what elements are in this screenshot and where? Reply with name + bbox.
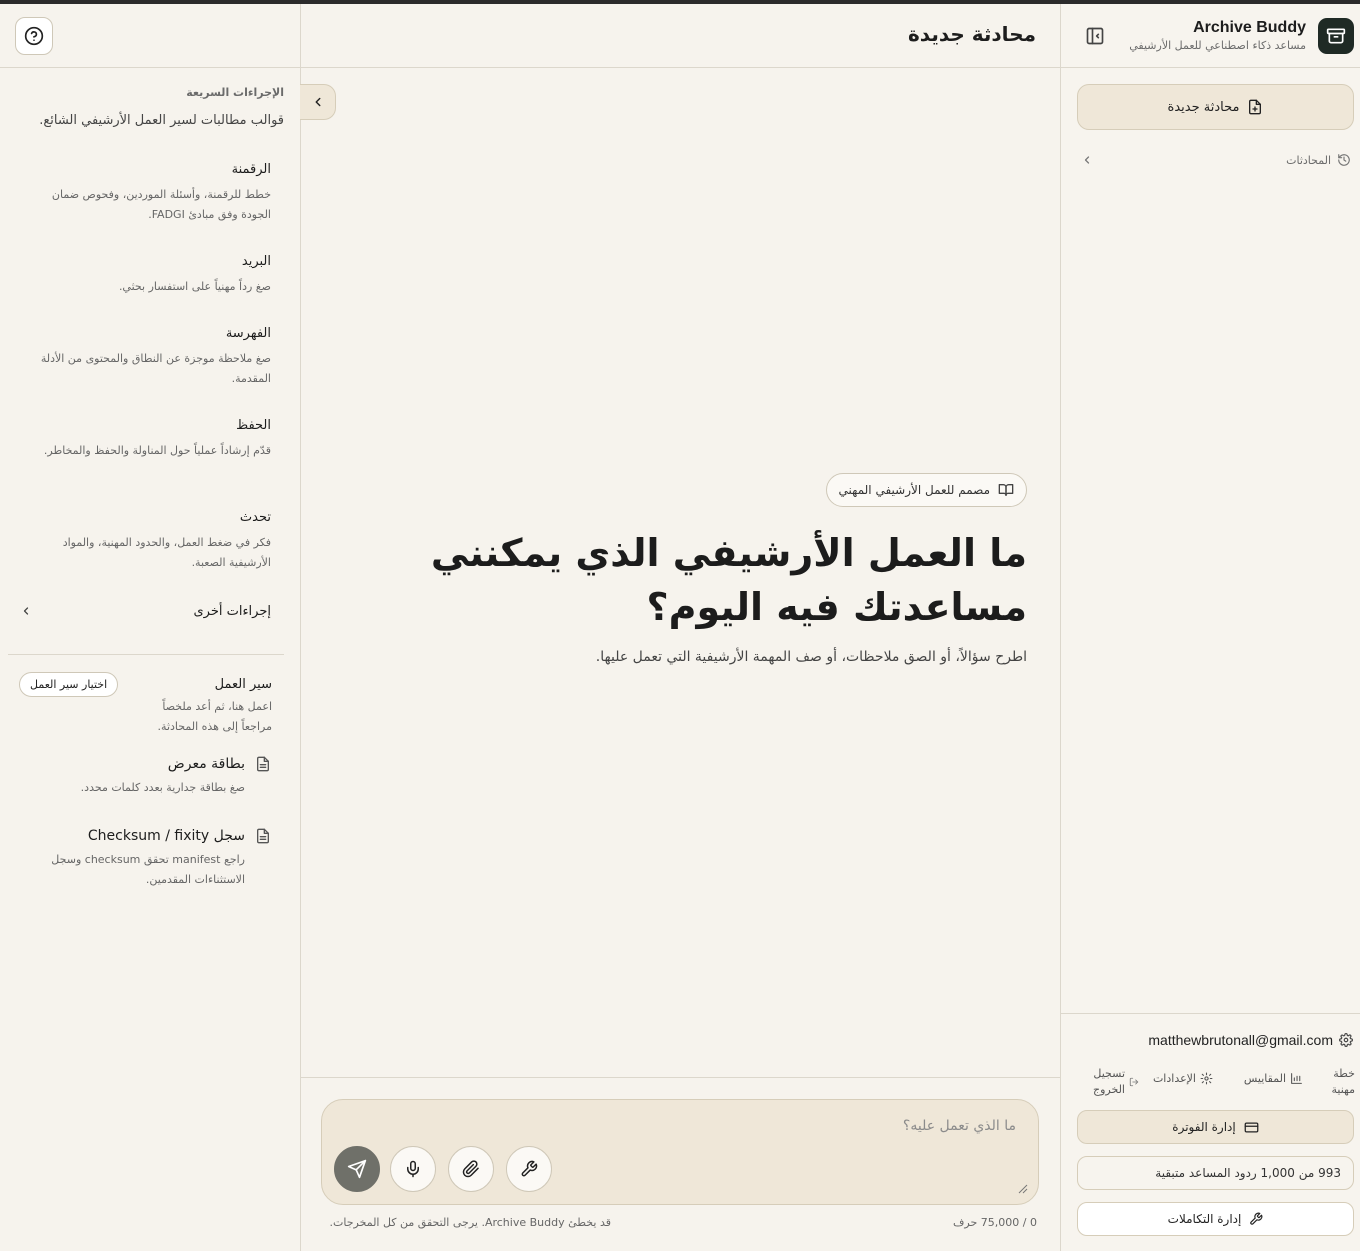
- message-input[interactable]: ما الذي تعمل عليه؟: [416, 1118, 1016, 1134]
- quick-action-title: الحفظ: [236, 418, 271, 433]
- app-tagline: مساعد ذكاء اصطناعي للعمل الأرشيفي: [1129, 39, 1306, 52]
- more-actions-label: إجراءات أخرى: [193, 603, 271, 619]
- gear-icon: [1339, 1033, 1353, 1047]
- archive-box-icon: [1318, 18, 1354, 54]
- bar-chart-icon: [1290, 1072, 1303, 1085]
- quick-action-title: الفهرسة: [225, 326, 271, 341]
- settings-gear-icon: [1200, 1072, 1213, 1085]
- user-account[interactable]: matthewbrutonall@gmail.com: [1148, 1032, 1353, 1048]
- history-icon: [1337, 153, 1351, 167]
- logout-link[interactable]: تسجيل الخروج: [1083, 1066, 1139, 1098]
- attach-button[interactable]: [448, 1146, 494, 1192]
- wrench-icon: [520, 1160, 538, 1178]
- logout-label: تسجيل الخروج: [1093, 1067, 1125, 1096]
- chevron-left-icon: [1081, 154, 1093, 166]
- wrench-icon: [1249, 1212, 1263, 1226]
- professional-badge: مصمم للعمل الأرشيفي المهني: [825, 473, 1027, 507]
- tools-button[interactable]: [506, 1146, 552, 1192]
- quick-action-desc: فكر في ضغط العمل، والحدود المهنية، والمو…: [62, 536, 271, 569]
- more-actions-button[interactable]: إجراءات أخرى: [20, 600, 271, 622]
- settings-link[interactable]: الإعدادات: [1153, 1072, 1213, 1085]
- resize-grip-icon[interactable]: [1018, 1184, 1028, 1194]
- workflow-tool-exhibit-label[interactable]: بطاقة معرض صغ بطاقة جدارية بعدد كلمات مح…: [31, 756, 271, 798]
- paperclip-icon: [462, 1160, 480, 1178]
- composer-area: ما الذي تعمل عليه؟ 0 / 75,000 حرف قد يخط…: [301, 1077, 1061, 1251]
- chat-main: محادثة جديدة مصمم للعمل الأرشيفي المهني …: [300, 4, 1061, 1251]
- character-count: 0 / 75,000 حرف: [953, 1216, 1037, 1229]
- document-icon: [255, 756, 271, 772]
- workflow-title: سير العمل: [214, 677, 272, 692]
- quota-text: 993 من 1,000 ردود المساعد متبقية: [1155, 1166, 1341, 1180]
- quick-action-preservation[interactable]: الحفظ قدّم إرشاداً عملياً حول المناولة و…: [31, 418, 271, 461]
- hero-title-line2: مساعدتك فيه اليوم؟: [646, 585, 1027, 629]
- logout-icon: [1129, 1077, 1139, 1087]
- help-button[interactable]: [15, 17, 53, 55]
- quick-actions-title: الإجراءات السريعة: [186, 86, 284, 99]
- message-composer[interactable]: ما الذي تعمل عليه؟: [321, 1099, 1039, 1205]
- quick-action-desc: قدّم إرشاداً عملياً حول المناولة والحفظ …: [43, 444, 271, 457]
- help-circle-icon: [24, 26, 44, 46]
- badge-label: مصمم للعمل الأرشيفي المهني: [838, 483, 990, 497]
- tool-desc: صغ بطاقة جدارية بعدد كلمات محدد.: [80, 781, 245, 794]
- sidebar-footer: matthewbrutonall@gmail.com خطة مهنية الم…: [1061, 1013, 1360, 1251]
- metrics-label: المقاييس: [1243, 1072, 1286, 1085]
- microphone-icon: [404, 1160, 422, 1178]
- settings-label: الإعدادات: [1152, 1072, 1196, 1085]
- quick-actions-subtitle: قوالب مطالبات لسير العمل الأرشيفي الشائع…: [39, 113, 284, 128]
- chevron-left-icon: [311, 95, 325, 109]
- panel-header: [0, 4, 300, 68]
- document-icon: [255, 828, 271, 844]
- send-button[interactable]: [334, 1146, 380, 1192]
- quick-action-talk[interactable]: تحدث فكر في ضغط العمل، والحدود المهنية، …: [31, 510, 271, 573]
- tool-title: بطاقة معرض: [167, 756, 245, 772]
- chevron-left-icon: [20, 605, 32, 617]
- sidebar-collapse-icon[interactable]: [1085, 26, 1105, 46]
- disclaimer: قد يخطئ Archive Buddy. يرجى التحقق من كل…: [329, 1216, 611, 1229]
- quick-action-cataloging[interactable]: الفهرسة صغ ملاحظة موجزة عن النطاق والمحت…: [31, 326, 271, 389]
- plan-label: خطة مهنية: [1331, 1067, 1356, 1096]
- hero-subtitle: اطرح سؤالاً، أو الصق ملاحظات، أو صف المه…: [595, 649, 1027, 665]
- new-chat-button[interactable]: محادثة جديدة: [1077, 84, 1354, 130]
- workflow-tool-checksum[interactable]: سجل Checksum / fixity راجع manifest تحقق…: [31, 828, 271, 890]
- file-plus-icon: [1247, 99, 1263, 115]
- choose-workflow-button[interactable]: اختيار سير العمل: [19, 672, 119, 697]
- page-title: محادثة جديدة: [907, 22, 1036, 46]
- integrations-button[interactable]: إدارة التكاملات: [1077, 1202, 1354, 1236]
- new-chat-label: محادثة جديدة: [1167, 99, 1240, 115]
- plan-link[interactable]: خطة مهنية: [1315, 1066, 1356, 1098]
- user-email: matthewbrutonall@gmail.com: [1148, 1032, 1333, 1048]
- quick-action-title: تحدث: [239, 510, 271, 525]
- quick-actions-panel: الإجراءات السريعة قوالب مطالبات لسير الع…: [0, 4, 300, 1251]
- quick-action-desc: خطط للرقمنة، وأسئلة الموردين، وفحوص ضمان…: [51, 188, 271, 221]
- book-open-icon: [998, 482, 1014, 498]
- quick-action-title: الرقمنة: [231, 162, 271, 177]
- hero-title: ما العمل الأرشيفي الذي يمكنني مساعدتك في…: [387, 526, 1027, 634]
- billing-label: إدارة الفوترة: [1172, 1120, 1236, 1134]
- quick-action-desc: صغ ملاحظة موجزة عن النطاق والمحتوى من ال…: [40, 352, 271, 385]
- quick-action-digitization[interactable]: الرقمنة خطط للرقمنة، وأسئلة الموردين، وف…: [31, 162, 271, 225]
- conversations-section[interactable]: المحادثات: [1081, 150, 1351, 170]
- chat-header: محادثة جديدة: [301, 4, 1061, 68]
- footer-links: خطة مهنية المقاييس الإعدادات تسجيل الخرو…: [1075, 1064, 1355, 1100]
- tool-title: سجل Checksum / fixity: [87, 828, 245, 844]
- quick-action-email[interactable]: البريد صغ رداً مهنياً على استفسار بحثي.: [31, 254, 271, 297]
- voice-input-button[interactable]: [390, 1146, 436, 1192]
- quick-action-title: البريد: [241, 254, 271, 269]
- quota-status: 993 من 1,000 ردود المساعد متبقية: [1077, 1156, 1354, 1190]
- sidebar-header: Archive Buddy مساعد ذكاء اصطناعي للعمل ا…: [1061, 4, 1360, 68]
- credit-card-icon: [1244, 1120, 1259, 1135]
- right-sidebar: Archive Buddy مساعد ذكاء اصطناعي للعمل ا…: [1060, 4, 1360, 1251]
- hero-title-line1: ما العمل الأرشيفي الذي يمكنني: [430, 531, 1027, 575]
- billing-button[interactable]: إدارة الفوترة: [1077, 1110, 1354, 1144]
- integrations-label: إدارة التكاملات: [1167, 1212, 1242, 1226]
- conversations-label: المحادثات: [1286, 153, 1331, 167]
- workflow-desc: اعمل هنا، ثم أعد ملخصاً مراجعاً إلى هذه …: [157, 700, 272, 733]
- quick-action-desc: صغ رداً مهنياً على استفسار بحثي.: [118, 280, 271, 293]
- send-icon: [347, 1159, 367, 1179]
- app-name: Archive Buddy: [1193, 19, 1306, 36]
- toggle-actions-panel-button[interactable]: [300, 84, 336, 120]
- metrics-link[interactable]: المقاييس: [1244, 1072, 1303, 1085]
- divider: [8, 654, 284, 655]
- tool-desc: راجع manifest تحقق checksum وسجل الاستثن…: [51, 853, 245, 886]
